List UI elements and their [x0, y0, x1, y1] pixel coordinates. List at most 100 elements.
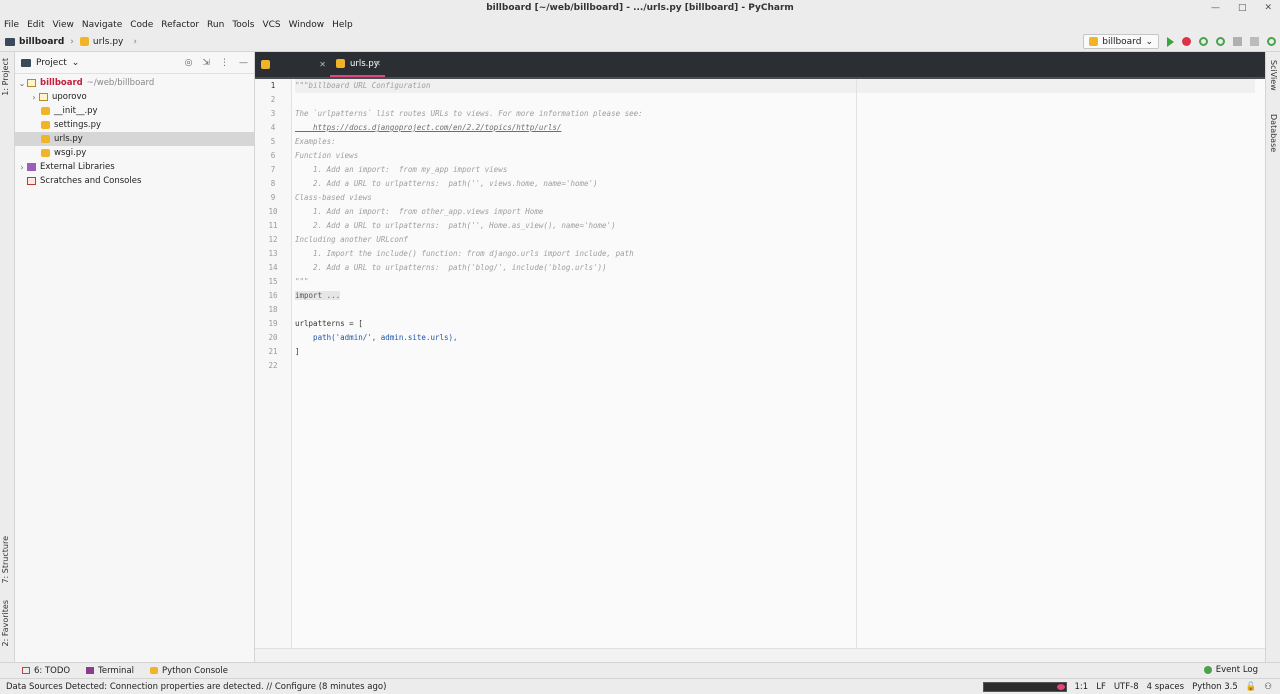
gear-icon[interactable]: ⋮	[220, 58, 229, 68]
code-line-folded-import[interactable]: import ...	[295, 289, 1255, 303]
run-icon[interactable]	[1167, 36, 1174, 47]
collapse-icon[interactable]: ⇲	[202, 58, 210, 68]
code-editor[interactable]: """billboard URL Configuration The `urlp…	[295, 79, 1255, 373]
todo-tool-button[interactable]: 6: TODO	[22, 666, 70, 676]
caret-position[interactable]: 1:1	[1075, 682, 1089, 692]
locate-icon[interactable]: ◎	[185, 58, 193, 68]
hide-icon[interactable]: —	[239, 58, 248, 68]
folder-icon	[27, 79, 36, 87]
project-panel-tools: ◎ ⇲ ⋮ —	[185, 58, 248, 68]
close-icon[interactable]: ✕	[1264, 0, 1272, 17]
tab-favorites-tool[interactable]: 2: Favorites	[1, 600, 10, 646]
line-number: 6	[270, 151, 276, 160]
tree-item-label: External Libraries	[40, 162, 115, 172]
file-encoding[interactable]: UTF-8	[1114, 682, 1139, 692]
tree-item-wsgi[interactable]: wsgi.py	[15, 146, 254, 160]
left-tool-strip: 1: Project 7: Structure 2: Favorites	[0, 52, 15, 662]
code-line-url[interactable]: https://docs.djangoproject.com/en/2.2/to…	[295, 121, 1255, 135]
tree-root[interactable]: ⌄ billboard ~/web/billboard	[15, 76, 254, 90]
tree-item-scratches[interactable]: Scratches and Consoles	[15, 174, 254, 188]
chevron-down-icon[interactable]: ⌄	[17, 79, 27, 88]
event-log-label: Event Log	[1215, 665, 1258, 675]
project-panel-title[interactable]: Project	[36, 58, 67, 68]
tab-database[interactable]: Database	[1269, 114, 1278, 152]
line-number: 13	[268, 249, 278, 258]
code-line: 2. Add a URL to urlpatterns: path('', vi…	[295, 179, 598, 188]
close-icon[interactable]: ✕	[374, 59, 381, 68]
menu-help[interactable]: Help	[332, 20, 353, 30]
project-view-icon	[21, 58, 31, 67]
chevron-right-icon: ›	[133, 36, 137, 47]
breadcrumb-file-label: urls.py	[92, 36, 124, 47]
todo-icon	[22, 667, 30, 674]
menu-vcs[interactable]: VCS	[262, 20, 280, 30]
line-number: 7	[270, 165, 276, 174]
line-number: 4	[270, 123, 276, 132]
line-number: 21	[268, 347, 278, 356]
maximize-icon[interactable]: □	[1238, 0, 1247, 17]
menu-refactor[interactable]: Refactor	[161, 20, 199, 30]
chevron-down-icon[interactable]: ⌄	[72, 58, 80, 68]
tab-sciview[interactable]: SciView	[1269, 60, 1278, 91]
memory-indicator[interactable]	[982, 682, 1067, 692]
line-number: 14	[268, 263, 278, 272]
tree-root-path: ~/web/billboard	[86, 78, 155, 88]
chevron-right-icon: ›	[70, 36, 74, 47]
menu-view[interactable]: View	[53, 20, 74, 30]
menu-code[interactable]: Code	[130, 20, 153, 30]
lock-icon[interactable]: 🔓	[1246, 682, 1257, 692]
menu-bar: File Edit View Navigate Code Refactor Ru…	[0, 17, 1280, 32]
line-number: 22	[268, 361, 278, 370]
menu-edit[interactable]: Edit	[27, 20, 44, 30]
menu-window[interactable]: Window	[289, 20, 325, 30]
menu-run[interactable]: Run	[207, 20, 224, 30]
line-number-gutter: 1 2 3 4 5 6 7 8 9 10 11 12 13 14 15 16 1…	[255, 79, 292, 648]
python-console-tool-button[interactable]: Python Console	[150, 666, 228, 676]
menu-file[interactable]: File	[4, 20, 19, 30]
git-icon[interactable]: ⚇	[1264, 682, 1272, 692]
breadcrumb-project[interactable]: billboard	[5, 37, 64, 47]
code-line: The `urlpatterns` list routes URLs to vi…	[295, 109, 643, 118]
python-file-icon	[41, 121, 50, 129]
tab-project-tool[interactable]: 1: Project	[1, 58, 10, 96]
coverage-icon[interactable]	[1199, 37, 1208, 46]
profile-icon[interactable]	[1216, 37, 1225, 46]
line-number: 12	[268, 235, 278, 244]
stop-icon[interactable]	[1250, 37, 1259, 46]
todo-label: 6: TODO	[34, 665, 71, 676]
tree-item-init[interactable]: __init__.py	[15, 104, 254, 118]
python-file-icon	[261, 60, 270, 69]
indent-setting[interactable]: 4 spaces	[1147, 682, 1184, 692]
event-log-button[interactable]: Event Log	[1203, 665, 1258, 675]
minimize-icon[interactable]: —	[1211, 0, 1220, 17]
editor-tab-first[interactable]: ✕	[255, 52, 330, 77]
menu-navigate[interactable]: Navigate	[82, 20, 122, 30]
close-icon[interactable]: ✕	[319, 60, 326, 69]
code-line: 2. Add a URL to urlpatterns: path('blog/…	[295, 263, 607, 272]
chevron-right-icon[interactable]: ›	[17, 163, 27, 172]
folded-import[interactable]: import ...	[295, 291, 341, 300]
breadcrumb-file[interactable]: urls.py ›	[79, 36, 143, 47]
tree-item-settings[interactable]: settings.py	[15, 118, 254, 132]
line-separator[interactable]: LF	[1096, 682, 1106, 692]
code-line: Examples:	[295, 137, 336, 146]
editor-tab-urls[interactable]: urls.py ✕	[330, 52, 385, 77]
python-file-icon	[1089, 37, 1099, 46]
tree-item-external-libraries[interactable]: › External Libraries	[15, 160, 254, 174]
debug-icon[interactable]	[1182, 37, 1191, 46]
menu-tools[interactable]: Tools	[232, 20, 254, 30]
terminal-tool-button[interactable]: Terminal	[86, 666, 134, 676]
tab-structure-tool[interactable]: 7: Structure	[1, 536, 10, 584]
build-icon[interactable]	[1233, 37, 1242, 46]
search-everywhere-icon[interactable]	[1267, 37, 1276, 46]
chevron-right-icon[interactable]: ›	[29, 93, 39, 102]
status-message[interactable]: Data Sources Detected: Connection proper…	[6, 682, 386, 692]
interpreter-selector[interactable]: Python 3.5	[1192, 682, 1238, 692]
tree-item-urls[interactable]: urls.py	[15, 132, 254, 146]
tree-item-uporovo[interactable]: › uporovo	[15, 90, 254, 104]
folder-icon	[5, 37, 15, 46]
right-margin-guide	[856, 79, 857, 648]
run-config-select[interactable]: billboard ⌄	[1083, 34, 1159, 49]
